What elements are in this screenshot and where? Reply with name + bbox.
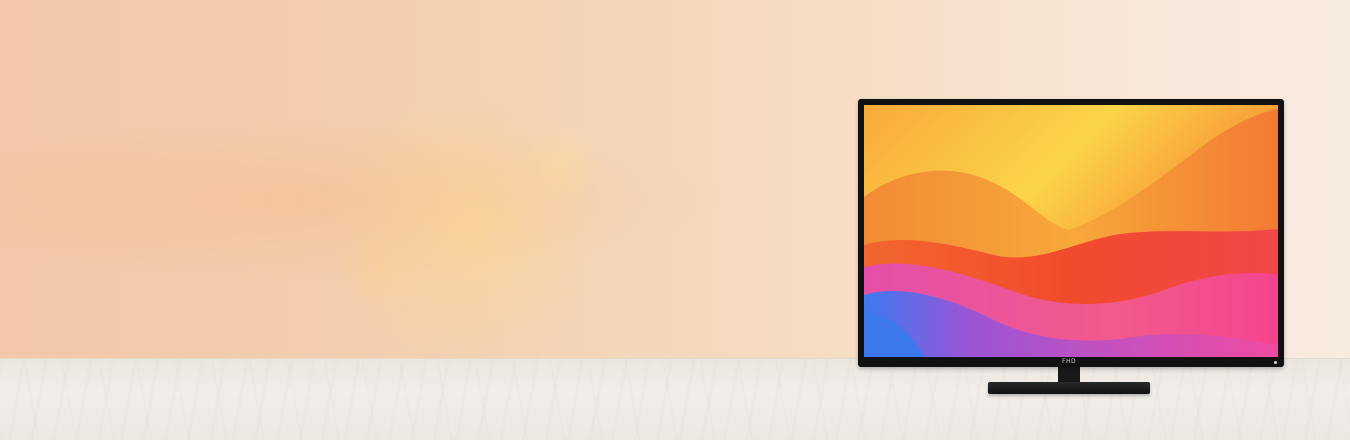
abstract-wave-wallpaper xyxy=(864,105,1278,357)
television: FHD xyxy=(858,99,1284,367)
wooden-table-surface xyxy=(0,358,1350,440)
hero-banner: FHD xyxy=(0,0,1350,440)
tv-screen xyxy=(864,105,1278,357)
power-indicator-icon xyxy=(1274,361,1277,364)
tv-stand-base xyxy=(988,382,1150,394)
tv-brand-logo: FHD xyxy=(1062,358,1077,365)
